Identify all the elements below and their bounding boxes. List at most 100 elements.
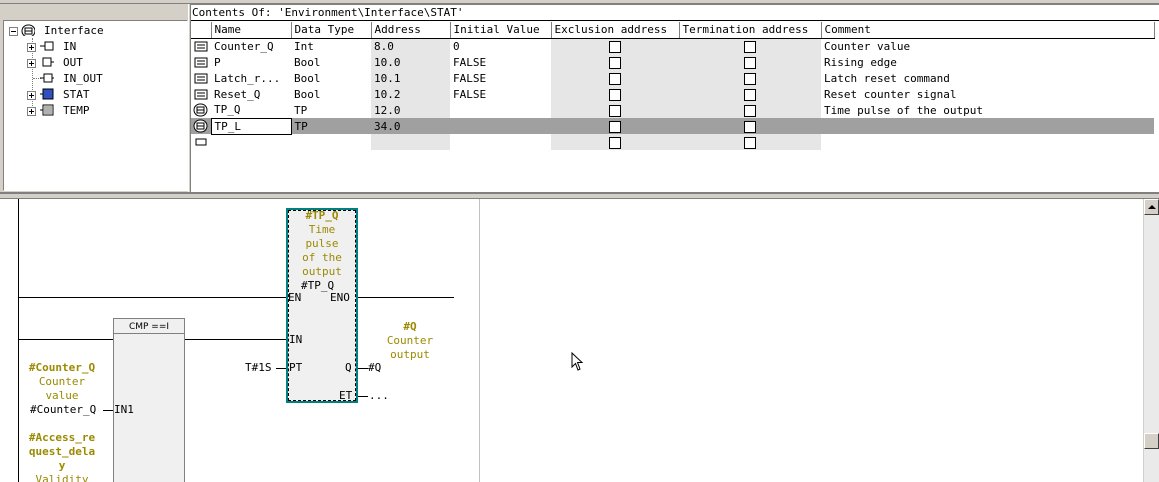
- table-row[interactable]: Latch_r... Bool 10.1 FALSE Latch reset comma…: [191, 70, 1154, 86]
- pin-eno[interactable]: ENO: [330, 292, 350, 304]
- cell-name[interactable]: Reset_Q: [211, 86, 291, 102]
- cell-termination-address[interactable]: [679, 102, 821, 118]
- exclusion-checkbox[interactable]: [609, 88, 621, 101]
- cell-termination-address[interactable]: [679, 134, 821, 150]
- cell-comment[interactable]: Time pulse of the output: [821, 102, 1154, 118]
- col-data-type[interactable]: Data Type: [291, 22, 372, 39]
- pin-en[interactable]: EN: [288, 292, 301, 304]
- table-row[interactable]: TP_L TP 34.0: [191, 117, 1154, 135]
- exclusion-checkbox[interactable]: [609, 40, 621, 53]
- cell-comment[interactable]: Counter value: [821, 38, 1154, 54]
- tree-item-stat[interactable]: STAT: [63, 88, 90, 101]
- et-operand[interactable]: ...: [369, 389, 389, 403]
- pin-et[interactable]: ET: [339, 390, 352, 402]
- cell-comment[interactable]: [821, 134, 1154, 150]
- cell-termination-address[interactable]: [679, 54, 821, 70]
- table-row[interactable]: Reset_Q Bool 10.2 FALSE Reset counter signal: [191, 86, 1154, 102]
- cell-exclusion-address[interactable]: [551, 134, 679, 150]
- termination-checkbox[interactable]: [744, 120, 756, 133]
- cell-name[interactable]: TP_Q: [211, 102, 291, 118]
- vertical-scrollbar[interactable]: [1143, 199, 1159, 482]
- termination-checkbox[interactable]: [744, 40, 756, 53]
- cell-initial-value[interactable]: FALSE: [450, 54, 551, 70]
- cell-termination-address[interactable]: [679, 38, 821, 54]
- interface-tree[interactable]: Interface IN OUT IN_OUT STAT TEMP: [3, 20, 188, 191]
- termination-checkbox[interactable]: [744, 104, 756, 117]
- ladder-editor[interactable]: #TP_Q Time pulse of the output #TP_Q EN …: [0, 199, 1143, 482]
- table-row[interactable]: P Bool 10.0 FALSE Rising edge: [191, 54, 1154, 70]
- cell-termination-address[interactable]: [679, 118, 821, 134]
- cell-data-type[interactable]: [291, 134, 371, 150]
- exclusion-checkbox[interactable]: [609, 104, 621, 117]
- termination-checkbox[interactable]: [744, 88, 756, 101]
- cell-name[interactable]: TP_L: [210, 117, 292, 135]
- cell-data-type[interactable]: Bool: [291, 86, 371, 102]
- expand-icon[interactable]: [27, 91, 36, 100]
- cell-data-type[interactable]: Bool: [291, 54, 371, 70]
- cell-exclusion-address[interactable]: [551, 102, 679, 118]
- pin-q[interactable]: Q: [345, 362, 352, 374]
- cell-termination-address[interactable]: [679, 70, 821, 86]
- cell-name[interactable]: P: [211, 54, 291, 70]
- pt-operand[interactable]: T#1S: [245, 361, 272, 375]
- col-initial-value[interactable]: Initial Value: [450, 22, 552, 39]
- col-termination-address[interactable]: Termination address: [679, 22, 822, 39]
- cell-exclusion-address[interactable]: [551, 118, 679, 134]
- cell-comment[interactable]: [821, 118, 1154, 134]
- cell-data-type[interactable]: TP: [291, 118, 371, 134]
- termination-checkbox[interactable]: [744, 136, 756, 149]
- cell-name[interactable]: Counter_Q: [211, 38, 291, 54]
- cell-comment[interactable]: Latch reset command: [821, 70, 1154, 86]
- cell-initial-value[interactable]: [450, 118, 551, 134]
- exclusion-checkbox[interactable]: [609, 120, 621, 133]
- cell-exclusion-address[interactable]: [551, 38, 679, 54]
- cell-address: 34.0: [371, 118, 450, 134]
- col-name[interactable]: Name: [211, 22, 292, 39]
- exclusion-checkbox[interactable]: [609, 136, 621, 149]
- termination-checkbox[interactable]: [744, 56, 756, 69]
- exclusion-checkbox[interactable]: [609, 56, 621, 69]
- cell-initial-value[interactable]: [450, 134, 551, 150]
- cell-name[interactable]: [211, 134, 291, 150]
- q-operand[interactable]: #Q: [368, 361, 381, 375]
- table-row[interactable]: TP_Q TP 12.0 Time pulse of the output: [191, 102, 1154, 118]
- col-exclusion-address[interactable]: Exclusion address: [551, 22, 680, 39]
- cmp-block[interactable]: CMP ==I: [113, 318, 185, 482]
- cell-exclusion-address[interactable]: [551, 70, 679, 86]
- pin-pt[interactable]: PT: [289, 362, 302, 374]
- exclusion-checkbox[interactable]: [609, 72, 621, 85]
- cell-exclusion-address[interactable]: [551, 86, 679, 102]
- collapse-icon[interactable]: [9, 27, 18, 36]
- cell-data-type[interactable]: TP: [291, 102, 371, 118]
- cell-comment[interactable]: Reset counter signal: [821, 86, 1154, 102]
- expand-icon[interactable]: [27, 43, 36, 52]
- col-address[interactable]: Address: [371, 22, 451, 39]
- termination-checkbox[interactable]: [744, 72, 756, 85]
- pin-in1[interactable]: IN1: [114, 404, 134, 416]
- cell-data-type[interactable]: Int: [291, 38, 371, 54]
- cell-initial-value[interactable]: [450, 102, 551, 118]
- tree-item-out[interactable]: OUT: [63, 56, 83, 69]
- tree-root-label[interactable]: Interface: [44, 24, 104, 37]
- in1-operand[interactable]: #Counter_Q: [30, 403, 96, 417]
- cell-exclusion-address[interactable]: [551, 54, 679, 70]
- row-icon-cell: [191, 134, 211, 150]
- cell-initial-value[interactable]: 0: [450, 38, 551, 54]
- expand-icon[interactable]: [27, 107, 36, 116]
- cell-comment[interactable]: Rising edge: [821, 54, 1154, 70]
- cell-initial-value[interactable]: FALSE: [450, 70, 551, 86]
- tree-item-in-out[interactable]: IN_OUT: [63, 72, 103, 85]
- pin-in[interactable]: IN: [289, 334, 302, 346]
- cell-data-type[interactable]: Bool: [291, 70, 371, 86]
- tree-item-in[interactable]: IN: [63, 40, 76, 53]
- expand-icon[interactable]: [27, 59, 36, 68]
- cell-termination-address[interactable]: [679, 86, 821, 102]
- table-row[interactable]: [191, 134, 1154, 150]
- cell-name[interactable]: Latch_r...: [211, 70, 291, 86]
- scroll-thumb[interactable]: [1144, 433, 1159, 449]
- cell-initial-value[interactable]: FALSE: [450, 86, 551, 102]
- tree-item-temp[interactable]: TEMP: [63, 104, 90, 117]
- col-comment[interactable]: Comment: [821, 22, 1155, 39]
- scroll-up-button[interactable]: [1144, 199, 1159, 215]
- table-row[interactable]: Counter_Q Int 8.0 0 Counter value: [191, 38, 1154, 54]
